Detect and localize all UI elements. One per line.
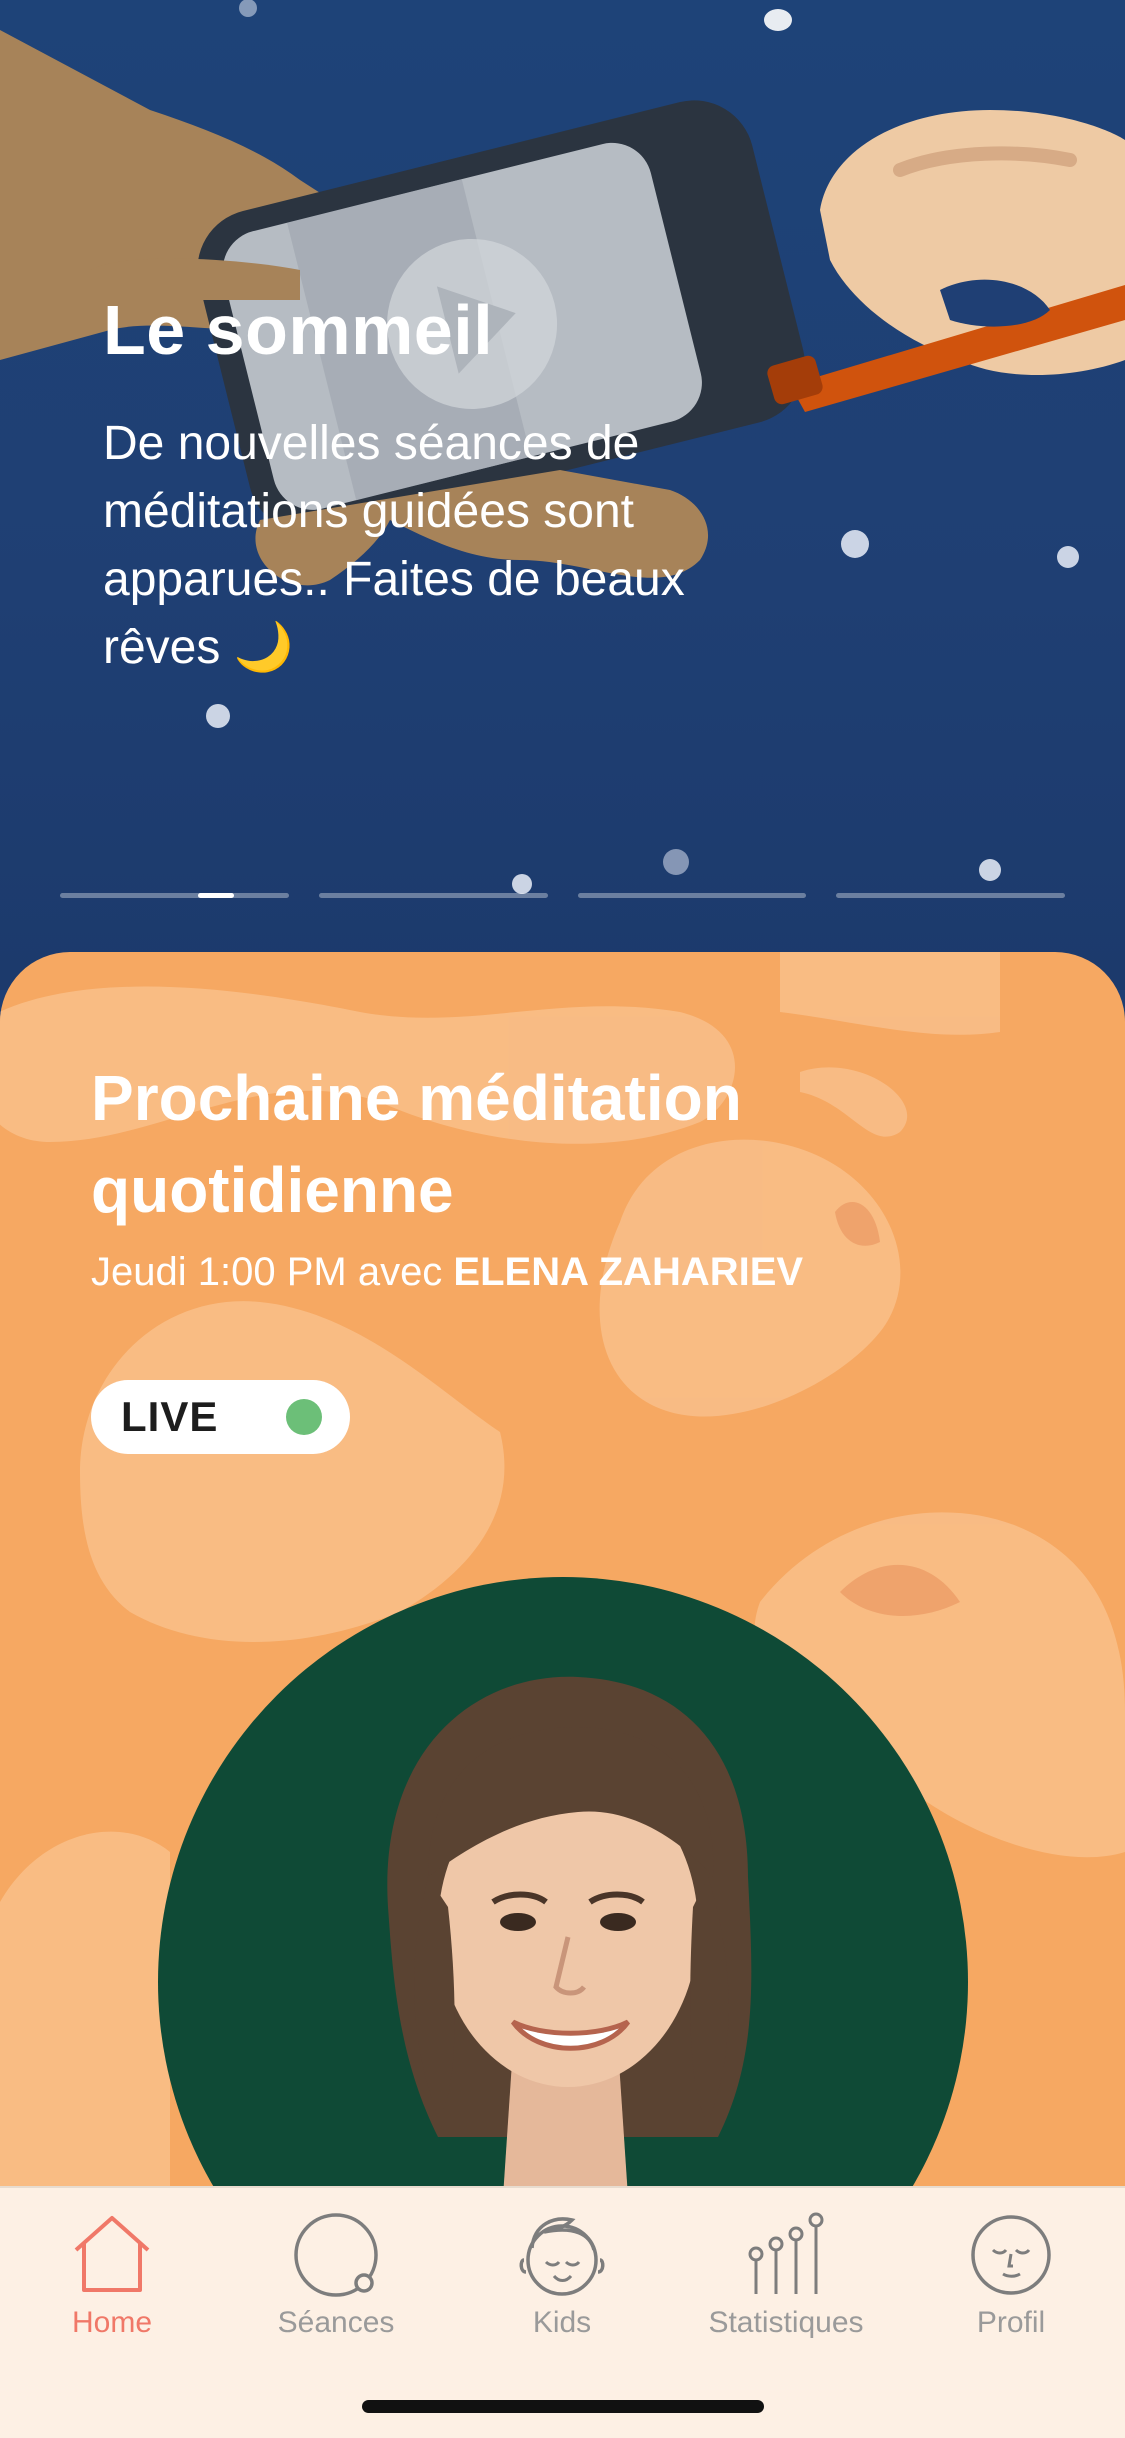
- hero-banner[interactable]: Le sommeil De nouvelles séances de médit…: [0, 0, 1125, 990]
- schedule-time: Jeudi 1:00 PM avec: [91, 1250, 454, 1294]
- teacher-portrait[interactable]: [158, 1577, 968, 2192]
- live-badge[interactable]: LIVE: [91, 1380, 350, 1454]
- profile-face-icon: [971, 2215, 1051, 2295]
- next-meditation-card[interactable]: Prochaine méditation quotidienne Jeudi 1…: [0, 952, 1125, 2192]
- tab-label: Séances: [277, 2306, 395, 2339]
- tab-bar: Home Séances Kids Statistiques Profil: [0, 2186, 1125, 2438]
- sessions-circle-icon: [294, 2213, 378, 2297]
- pager-segment[interactable]: [318, 893, 548, 898]
- pager-progress: [198, 893, 234, 898]
- tab-statistiques[interactable]: Statistiques: [696, 2210, 876, 2340]
- teacher-name[interactable]: ELENA ZAHARIEV: [453, 1250, 803, 1294]
- tab-label: Statistiques: [708, 2306, 864, 2339]
- tab-seances[interactable]: Séances: [246, 2210, 426, 2340]
- tab-home[interactable]: Home: [22, 2210, 202, 2340]
- pager-segment[interactable]: [836, 893, 1065, 898]
- tab-kids[interactable]: Kids: [472, 2210, 652, 2340]
- meditation-schedule: Jeudi 1:00 PM avec ELENA ZAHARIEV: [91, 1250, 803, 1295]
- tab-label: Home: [71, 2306, 153, 2339]
- pager-segment[interactable]: [60, 893, 289, 898]
- hero-description: De nouvelles séances de méditations guid…: [103, 417, 685, 674]
- hero-title: Le sommeil: [103, 291, 494, 369]
- carousel-pager: [60, 893, 1065, 899]
- home-indicator[interactable]: [362, 2400, 764, 2413]
- live-label: LIVE: [121, 1393, 219, 1440]
- pager-segment[interactable]: [577, 893, 807, 898]
- tab-profil[interactable]: Profil: [921, 2210, 1101, 2340]
- home-icon: [74, 2216, 150, 2292]
- next-meditation-title: Prochaine méditation quotidienne: [91, 1062, 742, 1226]
- tab-label: Kids: [532, 2306, 592, 2339]
- stats-icon: [748, 2212, 824, 2294]
- kids-face-icon: [519, 2217, 605, 2296]
- live-status-dot: [286, 1399, 322, 1435]
- tab-label: Profil: [976, 2306, 1046, 2339]
